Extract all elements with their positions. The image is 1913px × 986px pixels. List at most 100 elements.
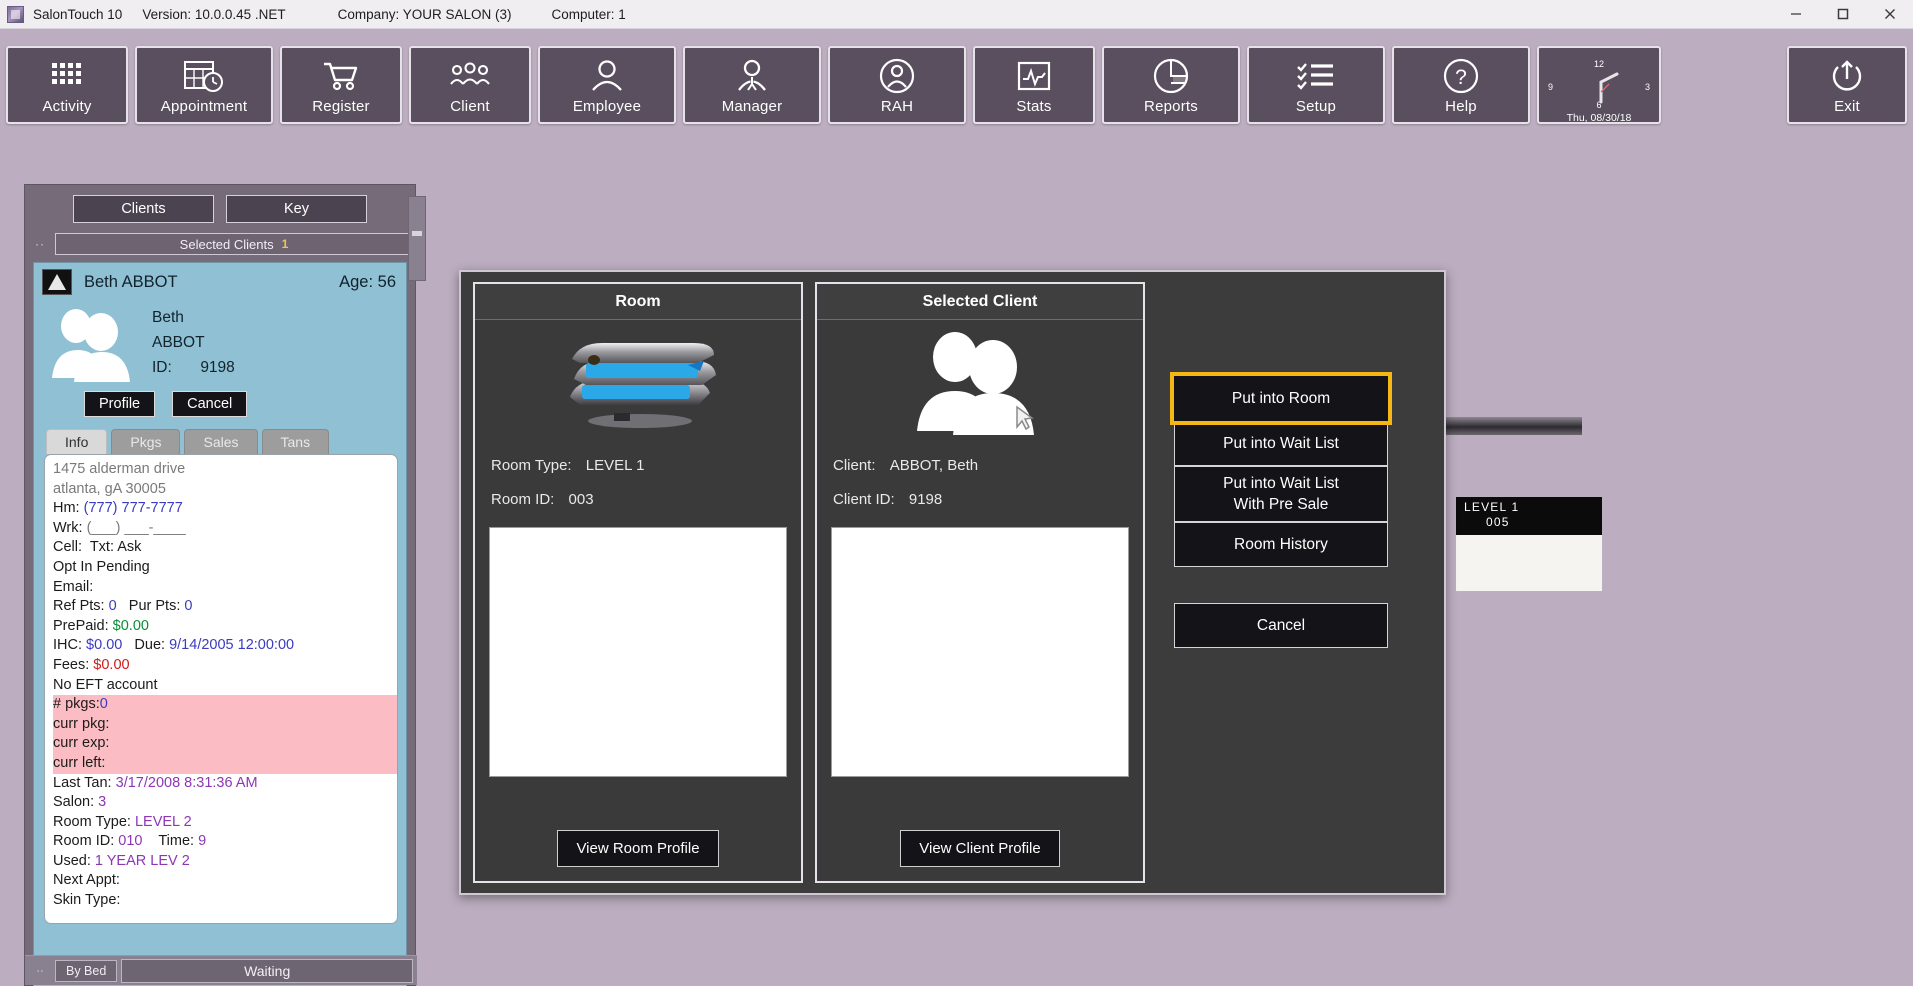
toolbar-button-client[interactable]: Client bbox=[409, 46, 531, 124]
info-address-line2: atlanta, gA 30005 bbox=[53, 480, 166, 497]
bg-room-card-title: LEVEL 1 bbox=[1464, 500, 1520, 514]
info-email: Email: bbox=[53, 578, 94, 595]
pane-scrollbar[interactable] bbox=[408, 196, 426, 281]
client-detail-list[interactable] bbox=[831, 527, 1129, 777]
room-panel-footer: View Room Profile bbox=[475, 818, 801, 881]
client-thumbnail-icon bbox=[42, 269, 72, 295]
toolbar-button-reports[interactable]: Reports bbox=[1102, 46, 1240, 124]
info-cell-phone: Cell: Txt: Ask bbox=[53, 539, 142, 556]
main-toolbar: Activity Appointment Register Client Emp… bbox=[0, 29, 1913, 141]
client-panel-footer: View Client Profile bbox=[817, 818, 1143, 881]
profile-button[interactable]: Profile bbox=[84, 391, 156, 417]
pane-grip-handle[interactable]: ·· bbox=[29, 237, 51, 251]
selected-client-panel: Selected Client Client: ABBOT, Beth Clie… bbox=[815, 282, 1145, 883]
toolbar-label: Manager bbox=[721, 98, 783, 115]
toolbar-button-activity[interactable]: Activity bbox=[6, 46, 128, 124]
selected-clients-header: Selected Clients 1 bbox=[55, 233, 413, 255]
view-room-profile-button[interactable]: View Room Profile bbox=[557, 830, 719, 867]
by-bed-button[interactable]: By Bed bbox=[55, 959, 118, 982]
modal-client-row: Client: ABBOT, Beth bbox=[833, 449, 1143, 483]
close-icon[interactable] bbox=[1866, 0, 1913, 29]
footer-grip-handle[interactable]: ·· bbox=[29, 965, 51, 977]
room-id-value: 003 bbox=[568, 491, 594, 508]
question-circle-icon: ? bbox=[1442, 55, 1480, 97]
person-circle-icon bbox=[878, 55, 916, 97]
cancel-button[interactable]: Cancel bbox=[172, 391, 248, 417]
room-panel: Room Room Type: LEVEL 1 Room ID: 003 Vie… bbox=[473, 282, 803, 883]
tab-pkgs[interactable]: Pkgs bbox=[111, 429, 181, 454]
toolbar-label: Stats bbox=[1016, 98, 1052, 115]
tab-sales[interactable]: Sales bbox=[184, 429, 258, 454]
clients-button[interactable]: Clients bbox=[73, 195, 214, 223]
room-panel-title: Room bbox=[475, 284, 801, 320]
people-group-icon bbox=[44, 301, 140, 387]
dialog-cancel-button[interactable]: Cancel bbox=[1174, 603, 1388, 648]
key-button[interactable]: Key bbox=[226, 195, 367, 223]
toolbar-button-rah[interactable]: RAH bbox=[828, 46, 966, 124]
toolbar-button-employee[interactable]: Employee bbox=[538, 46, 676, 124]
put-into-wait-list-button[interactable]: Put into Wait List bbox=[1174, 421, 1388, 466]
toolbar-label: Activity bbox=[42, 98, 92, 115]
presale-line-1: Put into Wait List bbox=[1223, 475, 1339, 492]
info-next-appointment: Next Appt: bbox=[53, 872, 120, 889]
app-logo-icon bbox=[7, 5, 24, 23]
room-detail-list[interactable] bbox=[489, 527, 787, 777]
toolbar-button-register[interactable]: Register bbox=[280, 46, 402, 124]
client-info-panel: 1475 alderman drive atlanta, gA 30005 Hm… bbox=[44, 454, 398, 924]
maximize-icon[interactable] bbox=[1819, 0, 1866, 29]
info-opt-in-status: Opt In Pending bbox=[53, 558, 150, 575]
title-bar: SalonTouch 10 Version: 10.0.0.45 .NET Co… bbox=[0, 0, 1913, 29]
chart-pulse-icon bbox=[1017, 55, 1051, 97]
presale-line-2: With Pre Sale bbox=[1233, 496, 1329, 513]
modal-client-id-row: Client ID: 9198 bbox=[833, 483, 1143, 517]
bg-room-card-header: LEVEL 1 005 bbox=[1456, 497, 1602, 535]
client-id-key: ID: bbox=[152, 359, 172, 376]
info-fees: Fees: $0.00 bbox=[53, 656, 130, 673]
put-into-room-button[interactable]: Put into Room bbox=[1170, 372, 1392, 425]
toolbar-button-setup[interactable]: Setup bbox=[1247, 46, 1385, 124]
pane-scrollbar-thumb[interactable] bbox=[412, 231, 422, 236]
put-into-wait-list-with-pre-sale-button[interactable]: Put into Wait List With Pre Sale bbox=[1174, 466, 1388, 522]
modal-client-value: ABBOT, Beth bbox=[889, 457, 979, 474]
modal-client-id-value: 9198 bbox=[908, 491, 943, 508]
minimize-icon[interactable] bbox=[1772, 0, 1819, 29]
view-client-profile-button[interactable]: View Client Profile bbox=[900, 830, 1060, 867]
pane-top-buttons: Clients Key bbox=[25, 185, 415, 231]
person-icon bbox=[588, 55, 626, 97]
room-history-button[interactable]: Room History bbox=[1174, 522, 1388, 567]
toolbar-label: Employee bbox=[572, 98, 642, 115]
put-into-room-dialog: Room Room Type: LEVEL 1 Room ID: 003 Vie… bbox=[459, 270, 1446, 895]
salontouch-application-window: SalonTouch 10 Version: 10.0.0.45 .NET Co… bbox=[0, 0, 1913, 986]
room-panel-rows: Room Type: LEVEL 1 Room ID: 003 bbox=[475, 445, 801, 525]
tab-tans[interactable]: Tans bbox=[261, 429, 330, 454]
tanning-bed-icon bbox=[475, 320, 801, 445]
toolbar-button-appointment[interactable]: Appointment bbox=[135, 46, 273, 124]
waiting-button[interactable]: Waiting bbox=[121, 958, 413, 983]
info-current-left: curr left: bbox=[53, 753, 397, 774]
selected-clients-count-badge: 1 bbox=[281, 237, 289, 251]
svg-text:?: ? bbox=[1455, 66, 1467, 89]
client-tabs: Info Pkgs Sales Tans bbox=[34, 417, 406, 454]
analog-clock-icon: 12 9 3 6 Thu, 08/30/18 bbox=[1539, 58, 1659, 124]
toolbar-button-help[interactable]: ? Help bbox=[1392, 46, 1530, 124]
info-used: Used: 1 YEAR LEV 2 bbox=[53, 852, 190, 869]
tab-info[interactable]: Info bbox=[46, 429, 108, 454]
info-salon: Salon: 3 bbox=[53, 794, 107, 811]
pane-footer: ·· By Bed Waiting bbox=[25, 955, 417, 985]
info-points: Ref Pts: 0 Pur Pts: 0 bbox=[53, 598, 193, 615]
client-card-body: Beth ABBOT ID: 9198 bbox=[34, 295, 406, 387]
toolbar-button-clock[interactable]: 12 9 3 6 Thu, 08/30/18 bbox=[1537, 46, 1661, 124]
toolbar-button-manager[interactable]: Manager bbox=[683, 46, 821, 124]
bg-room-card-level1[interactable]: LEVEL 1 005 bbox=[1455, 496, 1603, 592]
app-title: SalonTouch 10 bbox=[33, 6, 123, 22]
toolbar-button-exit[interactable]: Exit bbox=[1787, 46, 1907, 124]
toolbar-button-stats[interactable]: Stats bbox=[973, 46, 1095, 124]
toolbar-label: Appointment bbox=[160, 98, 248, 115]
info-room-id-time: Room ID: 010 Time: 9 bbox=[53, 833, 207, 850]
client-fields: Beth ABBOT ID: 9198 bbox=[140, 301, 235, 387]
modal-client-key: Client: bbox=[833, 457, 876, 474]
client-card-header: Beth ABBOT Age: 56 bbox=[34, 263, 406, 295]
info-prepaid: PrePaid: $0.00 bbox=[53, 617, 149, 634]
people-group-icon bbox=[817, 320, 1143, 445]
selected-clients-label: Selected Clients bbox=[179, 236, 274, 252]
